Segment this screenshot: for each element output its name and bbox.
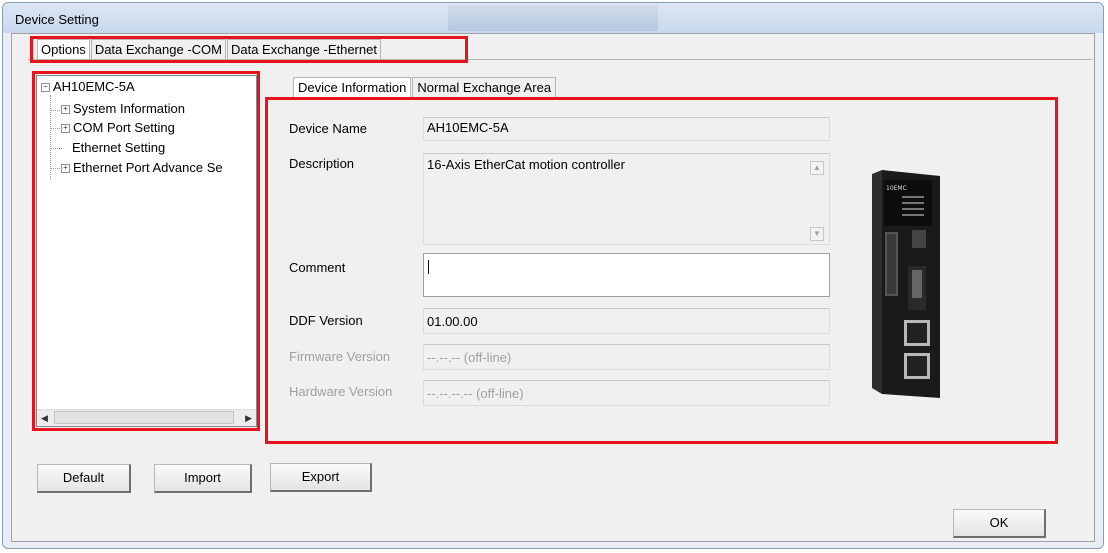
- highlight-box-top-tabs: [30, 36, 468, 63]
- title-glow: [448, 5, 658, 31]
- title-bar[interactable]: Device Setting: [3, 3, 1103, 33]
- default-button[interactable]: Default: [37, 464, 131, 493]
- inner-tab-strip: Device Information Normal Exchange Area: [293, 77, 557, 97]
- ok-button[interactable]: OK: [953, 509, 1046, 538]
- window-title: Device Setting: [15, 12, 99, 27]
- tab-normal-exchange-area[interactable]: Normal Exchange Area: [412, 77, 557, 97]
- export-button[interactable]: Export: [270, 463, 372, 492]
- import-button[interactable]: Import: [154, 464, 252, 493]
- highlight-box-tree: [32, 71, 260, 431]
- highlight-box-device-info: [265, 97, 1058, 444]
- tab-device-information[interactable]: Device Information: [293, 77, 412, 97]
